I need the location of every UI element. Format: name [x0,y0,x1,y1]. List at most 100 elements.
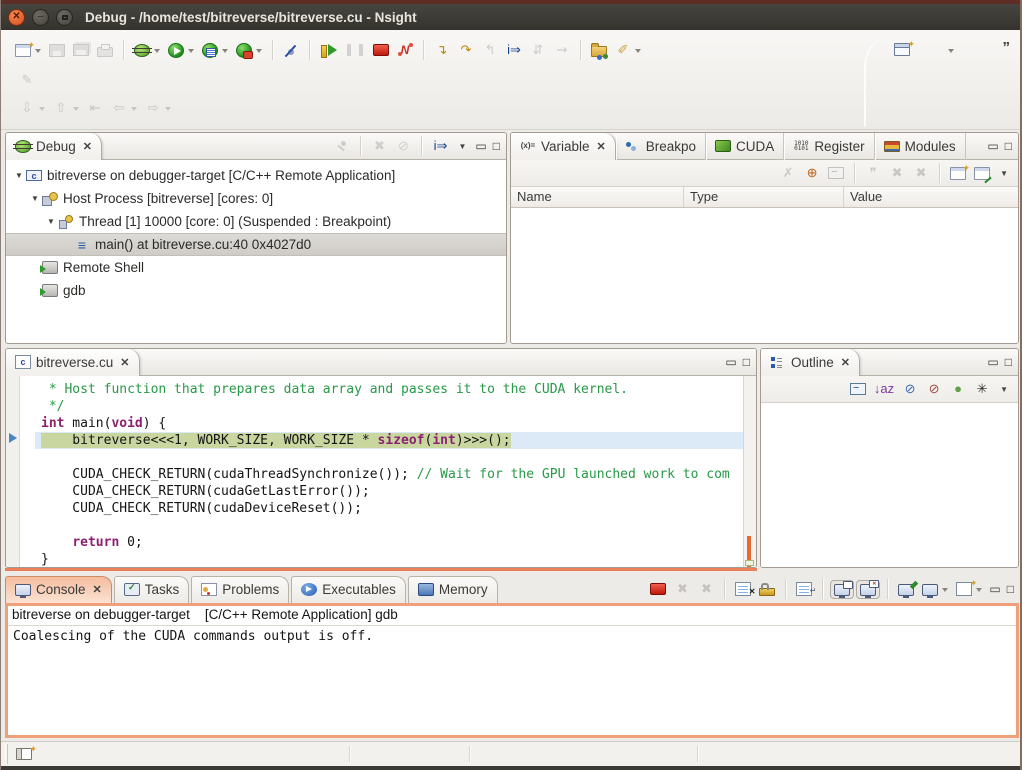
code-line[interactable]: CUDA_CHECK_RETURN(cudaDeviceReset()); [41,500,743,517]
toolbar-overflow-chevron[interactable]: ” [1003,41,1011,55]
minimize-view-button[interactable]: ▭ [984,356,1001,368]
disconnect-button[interactable] [394,41,416,59]
instruction-stepping-mode-button[interactable]: i⇒ [429,136,451,156]
code-line[interactable]: return 0; [41,534,743,551]
tab-outline[interactable]: Outline✕ [761,349,860,376]
tab-bitreverse-cu[interactable]: bitreverse.cu✕ [6,349,140,376]
view-menu-icon[interactable]: ▼ [994,169,1014,178]
tree-row[interactable]: gdb [6,279,506,302]
maximize-view-button[interactable]: □ [740,356,753,368]
editor-overview-ruler[interactable] [743,376,756,567]
show-console-on-stdout-button[interactable] [830,580,854,599]
step-into-button[interactable]: ↴ [431,40,453,60]
instruction-stepping-button[interactable]: i⇒ [503,40,525,60]
back-dropdown[interactable] [131,107,137,114]
titlebar[interactable]: ✕ – Debug - /home/test/bitreverse/bitrev… [1,4,1020,30]
close-tab-icon[interactable]: ✕ [597,140,606,153]
profile-button[interactable] [199,41,231,60]
tree-row[interactable]: ▼Host Process [bitreverse] [cores: 0] [6,187,506,210]
scroll-lock-button[interactable] [756,580,778,598]
debug-button[interactable] [131,42,163,59]
column-header-value[interactable]: Value [844,187,1018,207]
code-line[interactable]: int main(void) { [41,415,743,432]
console-output[interactable]: Coalescing of the CUDA commands output i… [8,626,1016,735]
tab-tasks[interactable]: Tasks [114,576,190,603]
tree-row[interactable]: ▼bitreverse on debugger-target [C/C++ Re… [6,164,506,187]
view-menu-icon[interactable]: ▼ [452,142,472,151]
tab-variable[interactable]: Variable✕ [511,133,616,160]
tree-row[interactable]: ▼Thread [1] 10000 [core: 0] (Suspended :… [6,210,506,233]
code-line[interactable] [41,449,743,466]
show-console-on-stderr-button[interactable] [856,580,880,599]
tab-console[interactable]: Console✕ [5,576,112,603]
minimize-window-button[interactable]: – [32,9,49,26]
close-tab-icon[interactable]: ✕ [120,356,129,369]
maximize-view-button[interactable]: □ [1002,356,1015,368]
step-over-button[interactable]: ↷ [455,40,477,60]
column-header-name[interactable]: Name [511,187,684,207]
tree-row[interactable]: Remote Shell [6,256,506,279]
mark-occurrences-dropdown[interactable] [635,49,641,56]
variables-table-body[interactable] [511,208,1018,343]
perspective-dropdown[interactable] [948,49,954,56]
tab-executables[interactable]: Executables [291,576,406,603]
editor-annotation-ruler[interactable] [6,376,20,567]
mark-occurrences-button[interactable]: ✐ [612,40,644,60]
sort-button[interactable]: ↓az [871,379,897,399]
overview-line-marker-icon[interactable] [745,560,754,566]
maximize-view-button[interactable]: □ [490,140,503,152]
editor-body[interactable]: * Host function that prepares data array… [6,376,756,567]
expander-icon[interactable]: ▼ [44,217,58,226]
collapse-all-button[interactable] [847,381,869,397]
tab-modules[interactable]: Modules [875,133,966,160]
skip-all-breakpoints-button[interactable] [280,41,302,60]
close-tab-icon[interactable]: ✕ [93,583,102,596]
tab-debug[interactable]: Debug✕ [6,133,102,160]
code-line[interactable]: CUDA_CHECK_RETURN(cudaThreadSynchronize(… [41,466,743,483]
tab-cuda[interactable]: CUDA [706,133,784,160]
new-wizard-dropdown[interactable] [35,49,41,56]
column-header-type[interactable]: Type [684,187,844,207]
close-tab-icon[interactable]: ✕ [83,140,92,153]
forward-dropdown[interactable] [165,107,171,114]
add-global-variables-button[interactable]: ⊕ [801,163,823,183]
run-history-button[interactable] [233,41,265,60]
hide-fields-button[interactable]: ⊘ [899,379,921,399]
word-wrap-button[interactable] [793,580,815,598]
terminate-console-button[interactable] [647,581,669,597]
code-line[interactable]: } [41,551,743,567]
tab-register[interactable]: Register [784,133,874,160]
new-view-button[interactable] [947,165,969,182]
minimize-view-button[interactable]: ▭ [472,140,489,152]
maximize-window-button[interactable] [56,9,73,26]
minimize-view-button[interactable]: ▭ [984,140,1001,152]
display-console-button[interactable] [919,581,951,598]
tab-breakpo[interactable]: Breakpo [616,133,706,160]
close-tab-icon[interactable]: ✕ [841,356,850,369]
new-wizard-button[interactable] [12,42,44,59]
open-console-button[interactable] [953,580,985,598]
fast-view-icon[interactable] [16,748,32,760]
code-area[interactable]: * Host function that prepares data array… [35,376,743,567]
debug-dropdown[interactable] [154,49,160,56]
terminate-button[interactable] [370,42,392,58]
editor-gutter[interactable] [20,376,35,567]
view-menu-icon[interactable]: ▼ [994,385,1014,394]
run-button[interactable] [165,41,197,60]
resume-button[interactable] [317,42,340,59]
maximize-view-button[interactable]: □ [1002,140,1015,152]
expander-icon[interactable]: ▼ [12,171,26,180]
code-line[interactable] [41,517,743,534]
close-window-button[interactable]: ✕ [8,9,25,26]
maximize-view-button[interactable]: □ [1004,583,1017,595]
tab-problems[interactable]: Problems [191,576,289,603]
tab-memory[interactable]: Memory [408,576,498,603]
display-console-dropdown[interactable] [942,588,948,595]
hide-inactive-code-button[interactable]: ✳ [971,379,993,399]
hide-static-members-button[interactable]: ⊘ [923,379,945,399]
minimize-view-button[interactable]: ▭ [722,356,739,368]
tree-row[interactable]: main() at bitreverse.cu:40 0x4027d0 [6,233,506,256]
code-line[interactable]: */ [41,398,743,415]
outline-body[interactable] [761,403,1018,567]
profile-dropdown[interactable] [222,49,228,56]
